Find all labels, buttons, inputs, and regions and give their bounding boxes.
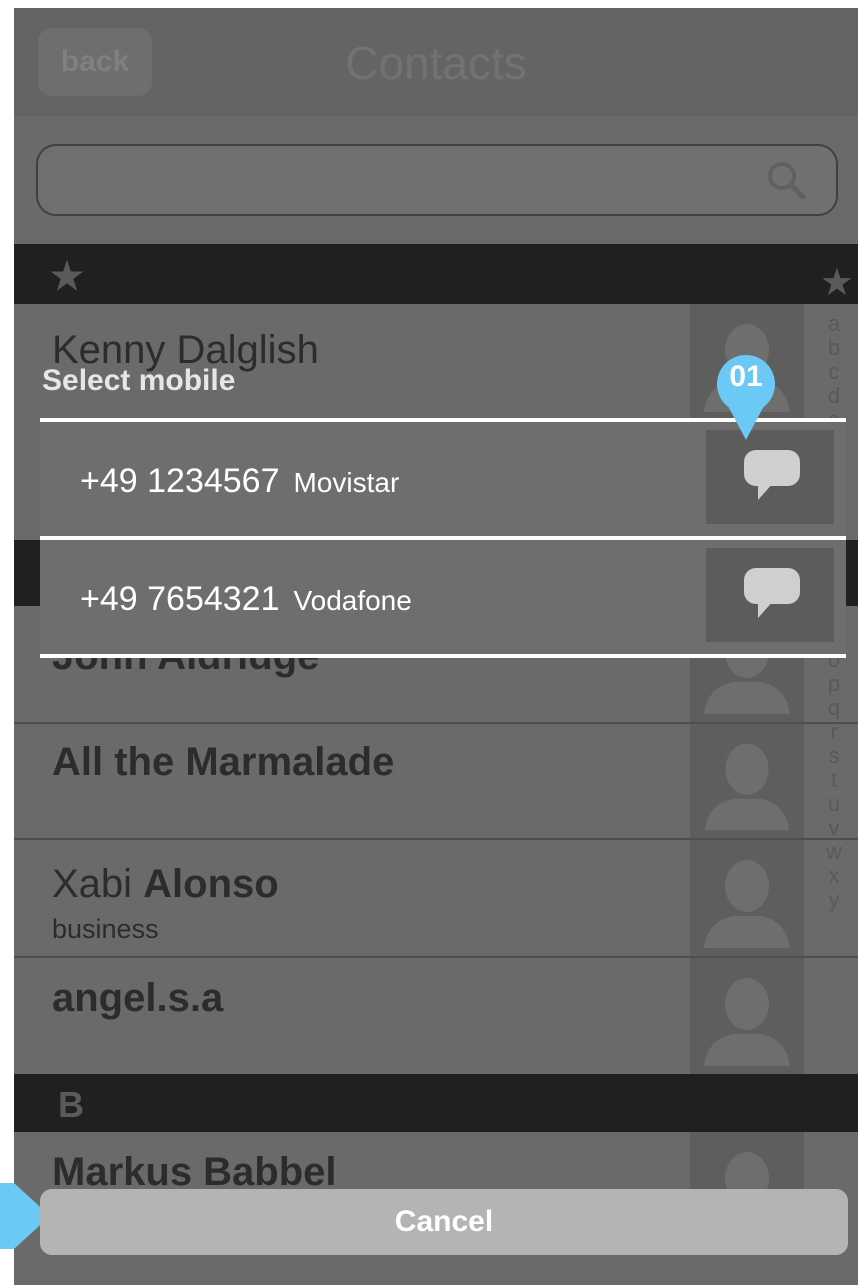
index-letter[interactable]: u (810, 792, 858, 816)
index-letter[interactable]: x (810, 864, 858, 888)
contact-name: All the Marmalade (52, 740, 395, 784)
avatar-icon (704, 860, 790, 948)
search-icon (768, 162, 806, 200)
contact-label: business (52, 914, 159, 944)
speech-bubble-icon (744, 450, 800, 500)
index-letter[interactable]: w (810, 840, 858, 864)
contact-row[interactable]: angel.s.a (14, 958, 858, 1076)
avatar (690, 724, 804, 838)
speech-bubble-icon (744, 568, 800, 618)
index-letter[interactable]: a (810, 312, 858, 336)
index-letter[interactable]: y (810, 888, 858, 912)
index-letter[interactable]: r (810, 720, 858, 744)
index-letter[interactable]: s (810, 744, 858, 768)
search-input[interactable] (36, 144, 838, 216)
avatar (690, 840, 804, 956)
index-letter[interactable]: p (810, 672, 858, 696)
contact-row[interactable]: Xabi Alonso business (14, 840, 858, 958)
mobile-option[interactable]: +49 7654321 Vodafone (40, 540, 846, 654)
mobile-number: +49 1234567 Movistar (80, 462, 400, 500)
star-icon: ★ (50, 256, 85, 298)
nav-bar: back Contacts (14, 8, 858, 116)
divider (40, 654, 846, 658)
contact-name: angel.s.a (52, 976, 224, 1020)
avatar (690, 958, 804, 1074)
index-letter[interactable]: q (810, 696, 858, 720)
index-star-icon[interactable]: ★ (820, 260, 854, 305)
mobile-number: +49 7654321 Vodafone (80, 580, 412, 618)
contact-name: Xabi Alonso (52, 862, 279, 906)
page-title: Contacts (345, 37, 527, 89)
index-letter[interactable]: b (810, 336, 858, 360)
index-letter[interactable]: d (810, 384, 858, 408)
message-button[interactable] (706, 430, 834, 524)
cancel-button[interactable]: Cancel (40, 1189, 848, 1255)
index-letter[interactable]: v (810, 816, 858, 840)
message-button[interactable] (706, 548, 834, 642)
section-header-favorites: ★ ★ (14, 244, 858, 304)
sheet-title: Select mobile (42, 364, 236, 397)
avatar-icon (704, 978, 790, 1066)
index-letter[interactable]: t (810, 768, 858, 792)
avatar-icon (704, 743, 790, 831)
contacts-screen: back Contacts ★ ★ Kenny Dalglish John Al… (14, 8, 858, 1285)
search-area (14, 116, 858, 244)
section-header-b: B (14, 1074, 858, 1132)
index-letter[interactable]: c (810, 360, 858, 384)
annotation-label: 01 (729, 360, 763, 393)
section-label: B (58, 1084, 84, 1125)
contact-row[interactable]: All the Marmalade (14, 724, 858, 840)
